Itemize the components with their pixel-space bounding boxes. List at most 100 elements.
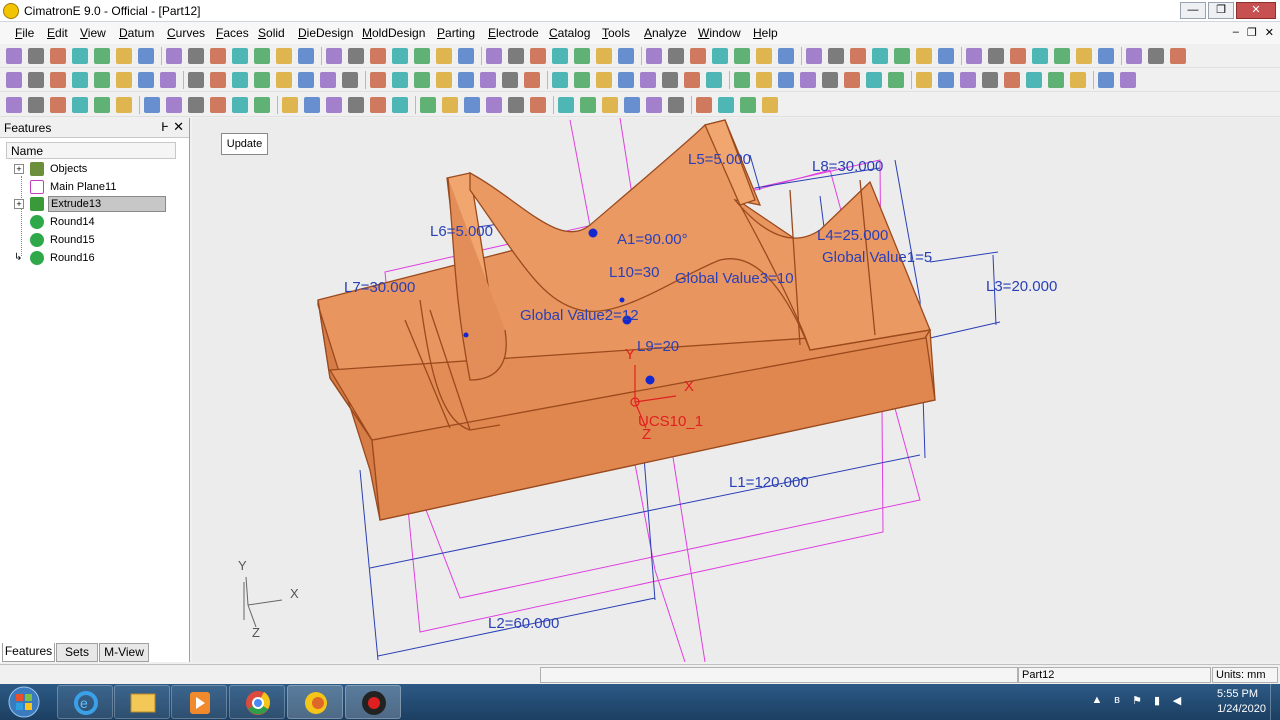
standard-tool-icon[interactable] [414,48,430,64]
geometry-tool-icon[interactable] [50,72,66,88]
standard-tool-icon[interactable] [1054,48,1070,64]
geometry-tool-icon[interactable] [1120,72,1136,88]
feature-tool-icon[interactable] [94,97,110,113]
geometry-tool-icon[interactable] [254,72,270,88]
ucs-name[interactable]: UCS10_1 [638,413,703,430]
feature-tool-icon[interactable] [50,97,66,113]
standard-tool-icon[interactable] [276,48,292,64]
feature-tool-icon[interactable] [580,97,596,113]
dim-l9[interactable]: L9=20 [637,338,679,355]
geometry-tool-icon[interactable] [662,72,678,88]
file-explorer-taskbar-button[interactable] [114,685,170,719]
menu-datum[interactable]: Datum [119,26,154,40]
standard-tool-icon[interactable] [1032,48,1048,64]
feature-tool-icon[interactable] [370,97,386,113]
feature-tool-icon[interactable] [530,97,546,113]
part-model-view[interactable]: L5=5.000 L8=30.000 L6=5.000 A1=90.00° L4… [192,118,1280,662]
geometry-tool-icon[interactable] [574,72,590,88]
geometry-tool-icon[interactable] [480,72,496,88]
feature-tool-icon[interactable] [188,97,204,113]
standard-tool-icon[interactable] [1126,48,1142,64]
geometry-tool-icon[interactable] [6,72,22,88]
standard-tool-icon[interactable] [734,48,750,64]
feature-tool-icon[interactable] [740,97,756,113]
expand-icon[interactable]: + [14,198,24,209]
menu-parting[interactable]: Parting [437,26,475,40]
standard-tool-icon[interactable] [646,48,662,64]
dim-l6[interactable]: L6=5.000 [430,223,493,240]
feature-tool-icon[interactable] [210,97,226,113]
standard-tool-icon[interactable] [458,48,474,64]
menu-view[interactable]: View [80,26,106,40]
volume-icon[interactable]: ◀ [1170,694,1184,708]
standard-tool-icon[interactable] [690,48,706,64]
feature-tool-icon[interactable] [254,97,270,113]
standard-tool-icon[interactable] [188,48,204,64]
menu-help[interactable]: Help [753,26,778,40]
menu-faces[interactable]: Faces [216,26,249,40]
menu-solid[interactable]: Solid [258,26,285,40]
standard-tool-icon[interactable] [72,48,88,64]
standard-tool-icon[interactable] [966,48,982,64]
geometry-tool-icon[interactable] [822,72,838,88]
feature-tool-icon[interactable] [508,97,524,113]
standard-tool-icon[interactable] [1076,48,1092,64]
standard-tool-icon[interactable] [6,48,22,64]
geometry-tool-icon[interactable] [458,72,474,88]
feature-tool-icon[interactable] [762,97,778,113]
standard-tool-icon[interactable] [232,48,248,64]
geometry-tool-icon[interactable] [138,72,154,88]
geometry-tool-icon[interactable] [916,72,932,88]
feature-tool-icon[interactable] [28,97,44,113]
geometry-tool-icon[interactable] [706,72,722,88]
standard-tool-icon[interactable] [756,48,772,64]
dim-global-value-1[interactable]: Global Value1=5 [822,249,932,266]
geometry-tool-icon[interactable] [210,72,226,88]
menu-curves[interactable]: Curves [167,26,205,40]
geometry-tool-icon[interactable] [1026,72,1042,88]
dim-l2[interactable]: L2=60.000 [488,615,559,632]
minimize-button[interactable]: — [1180,2,1206,19]
feature-tool-icon[interactable] [696,97,712,113]
geometry-tool-icon[interactable] [888,72,904,88]
geometry-tool-icon[interactable] [72,72,88,88]
feature-tool-icon[interactable] [392,97,408,113]
geometry-tool-icon[interactable] [800,72,816,88]
dim-global-value-3[interactable]: Global Value3=10 [675,270,794,287]
panel-close-icon[interactable]: ✕ [173,119,184,135]
standard-tool-icon[interactable] [806,48,822,64]
tree-item-round16[interactable]: ↳ Round16 [14,249,97,266]
standard-tool-icon[interactable] [850,48,866,64]
tab-sets[interactable]: Sets [56,643,98,662]
standard-tool-icon[interactable] [1010,48,1026,64]
standard-tool-icon[interactable] [530,48,546,64]
standard-tool-icon[interactable] [872,48,888,64]
dim-l3[interactable]: L3=20.000 [986,278,1057,295]
standard-tool-icon[interactable] [94,48,110,64]
geometry-tool-icon[interactable] [1048,72,1064,88]
standard-tool-icon[interactable] [1098,48,1114,64]
geometry-tool-icon[interactable] [778,72,794,88]
geometry-tool-icon[interactable] [342,72,358,88]
dim-global-value-2[interactable]: Global Value2=12 [520,307,639,324]
geometry-tool-icon[interactable] [116,72,132,88]
menu-tools[interactable]: Tools [602,26,630,40]
standard-tool-icon[interactable] [298,48,314,64]
standard-tool-icon[interactable] [712,48,728,64]
geometry-tool-icon[interactable] [684,72,700,88]
bluetooth-icon[interactable]: ʙ [1110,694,1124,708]
action-center-icon[interactable]: ⚑ [1130,694,1144,708]
feature-tool-icon[interactable] [668,97,684,113]
battery-icon[interactable]: ▮ [1150,694,1164,708]
standard-tool-icon[interactable] [988,48,1004,64]
standard-tool-icon[interactable] [938,48,954,64]
feature-tool-icon[interactable] [602,97,618,113]
tree-item-objects[interactable]: + Objects [14,160,89,177]
menu-edit[interactable]: Edit [47,26,68,40]
tree-column-header[interactable]: Name [6,142,176,159]
feature-tool-icon[interactable] [624,97,640,113]
geometry-tool-icon[interactable] [298,72,314,88]
chrome-taskbar-button[interactable] [229,685,285,719]
geometry-tool-icon[interactable] [756,72,772,88]
dim-l10[interactable]: L10=30 [609,264,659,281]
